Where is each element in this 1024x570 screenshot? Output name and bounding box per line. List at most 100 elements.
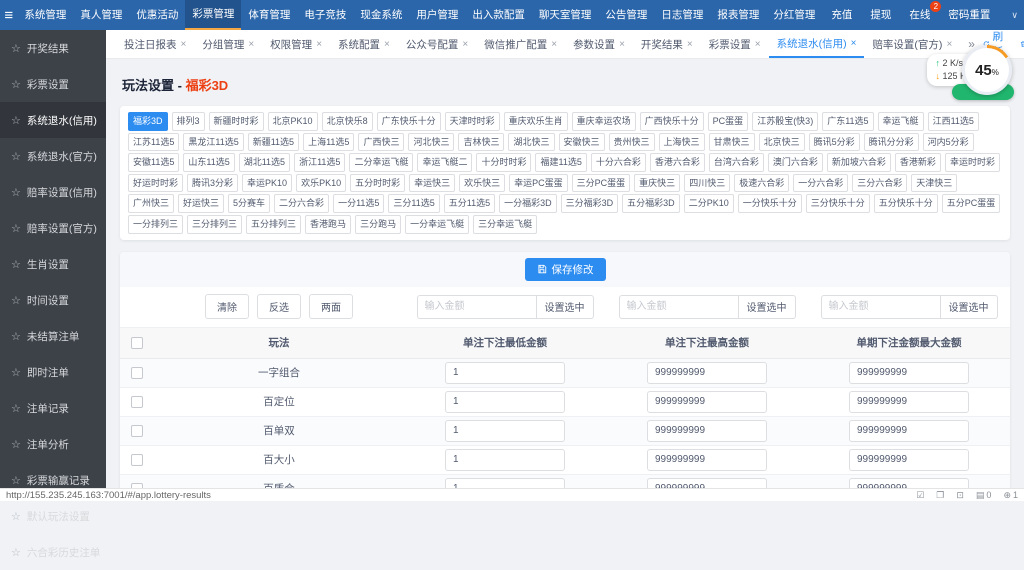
nav-item-8[interactable]: 出入款配置 [465, 0, 532, 30]
lottery-type-button[interactable]: 三分排列三 [187, 214, 243, 234]
period_max-amount-input[interactable] [849, 390, 969, 413]
lottery-type-button[interactable]: 三分11选5 [388, 194, 440, 213]
lottery-type-button[interactable]: 湖北快三 [508, 132, 555, 152]
lottery-type-button[interactable]: 香港跑马 [305, 214, 352, 234]
max-amount-input[interactable] [647, 419, 767, 442]
lottery-type-button[interactable]: 重庆幸运农场 [571, 112, 636, 131]
tab-close-icon[interactable]: × [248, 39, 254, 50]
nav-item-10[interactable]: 公告管理 [598, 0, 654, 30]
lottery-type-button[interactable]: 安徽11选5 [128, 153, 180, 172]
save-changes-button[interactable]: 保存修改 [524, 257, 606, 281]
check-icon[interactable]: ☑ [916, 490, 924, 501]
window-icon[interactable]: ⊡ [956, 490, 964, 501]
sidebar-item-2[interactable]: ☆ 系统退水(信用) [0, 102, 106, 138]
lottery-type-button[interactable]: 五分时时彩 [350, 173, 406, 193]
sidebar-item-6[interactable]: ☆ 生肖设置 [0, 246, 106, 282]
lottery-type-button[interactable]: 十分六合彩 [590, 153, 646, 172]
lottery-type-button[interactable]: 澳门六合彩 [767, 153, 823, 172]
tab-7[interactable]: 开奖结果 × [633, 30, 701, 58]
lottery-type-button[interactable]: 四川快三 [684, 173, 731, 193]
tab-close-icon[interactable]: × [687, 39, 693, 50]
tab-close-icon[interactable]: × [551, 39, 557, 50]
row-checkbox[interactable] [131, 395, 143, 408]
nav-item-5[interactable]: 电子竞技 [297, 0, 353, 30]
nav-right-item-0[interactable]: 充值 [822, 0, 861, 30]
row-checkbox[interactable] [131, 453, 143, 466]
lottery-type-button[interactable]: 上海11选5 [303, 132, 355, 152]
lottery-type-button[interactable]: 江苏骰宝(快3) [752, 112, 819, 131]
sidebar-item-13[interactable]: ☆ 默认玩法设置 [0, 498, 106, 534]
lottery-type-button[interactable]: 幸运快三 [409, 173, 456, 193]
lottery-type-button[interactable]: 广东快乐十分 [376, 112, 441, 131]
lottery-type-button[interactable]: 浙江11选5 [294, 153, 346, 172]
clean-tabs-button[interactable]: 清理 [1020, 30, 1024, 59]
sidebar-item-5[interactable]: ☆ 赔率设置(官方) [0, 210, 106, 246]
lottery-type-button[interactable]: 广西快乐十分 [639, 112, 704, 131]
lottery-type-button[interactable]: 腾讯5分彩 [808, 132, 860, 152]
lottery-type-button[interactable]: 北京PK10 [267, 112, 318, 131]
invert-selection-button[interactable]: 反选 [257, 294, 301, 320]
lottery-type-button[interactable]: 一分快乐十分 [737, 194, 802, 213]
lottery-type-button[interactable]: 天津快三 [911, 173, 958, 193]
nav-item-11[interactable]: 日志管理 [654, 0, 710, 30]
lottery-type-button[interactable]: 山东11选5 [183, 153, 235, 172]
lottery-type-button[interactable]: 天津时时彩 [444, 112, 500, 131]
tab-close-icon[interactable]: × [384, 39, 390, 50]
lottery-type-button[interactable]: 福建11选5 [535, 153, 587, 172]
sidebar-item-1[interactable]: ☆ 彩票设置 [0, 66, 106, 102]
lottery-type-button[interactable]: 三分六合彩 [852, 173, 908, 193]
clear-button[interactable]: 清除 [205, 294, 249, 320]
nav-item-2[interactable]: 优惠活动 [129, 0, 185, 30]
sidebar-item-8[interactable]: ☆ 未结算注单 [0, 318, 106, 354]
period_max-amount-input[interactable] [849, 361, 969, 384]
lottery-type-button[interactable]: PC蛋蛋 [707, 112, 749, 131]
sidebar-item-0[interactable]: ☆ 开奖结果 [0, 30, 106, 66]
lottery-type-button[interactable]: 五分快乐十分 [873, 194, 938, 213]
bulk-min-set-button[interactable]: 设置选中 [536, 294, 594, 319]
lottery-type-button[interactable]: 河内5分彩 [922, 132, 974, 152]
device-icon[interactable]: ❐ [936, 490, 944, 501]
nav-right-item-1[interactable]: 提现 [861, 0, 900, 30]
lottery-type-button[interactable]: 香港六合彩 [649, 153, 705, 172]
lottery-type-button[interactable]: 三分福彩3D [560, 194, 619, 213]
lottery-type-button[interactable]: 一分幸运飞艇 [405, 214, 470, 234]
lottery-type-button[interactable]: 湖北11选5 [238, 153, 291, 172]
tab-2[interactable]: 权限管理 × [262, 30, 330, 58]
period_max-amount-input[interactable] [849, 448, 969, 471]
hamburger-menu-icon[interactable]: ≡ [0, 0, 17, 30]
tab-close-icon[interactable]: × [462, 39, 468, 50]
nav-item-3[interactable]: 彩票管理 [185, 0, 242, 30]
sidebar-item-9[interactable]: ☆ 即时注单 [0, 354, 106, 390]
min-amount-input[interactable] [445, 448, 565, 471]
lottery-type-button[interactable]: 幸运PC蛋蛋 [509, 173, 568, 193]
bulk-max-amount-input[interactable] [618, 294, 739, 319]
lottery-type-button[interactable]: 上海快三 [658, 132, 705, 152]
image-count[interactable]: ▤ 0 [976, 490, 992, 501]
lottery-type-button[interactable]: 黑龙江11选5 [183, 132, 244, 152]
row-checkbox[interactable] [131, 424, 143, 437]
nav-right-item-2[interactable]: 在线 2 [900, 0, 942, 30]
lottery-type-button[interactable]: 二分六合彩 [274, 194, 330, 213]
sidebar-item-4[interactable]: ☆ 赔率设置(信用) [0, 174, 106, 210]
nav-item-7[interactable]: 用户管理 [409, 0, 465, 30]
lottery-type-button[interactable]: 广西快三 [358, 132, 405, 152]
tab-close-icon[interactable]: × [181, 39, 187, 50]
lottery-type-button[interactable]: 贵州快三 [608, 132, 655, 152]
tab-4[interactable]: 公众号配置 × [398, 30, 476, 58]
two-side-button[interactable]: 两面 [309, 294, 353, 320]
lottery-type-button[interactable]: 五分11选5 [443, 194, 496, 213]
bulk-max-set-button[interactable]: 设置选中 [738, 294, 796, 319]
lottery-type-button[interactable]: 吉林快三 [458, 132, 505, 152]
max-amount-input[interactable] [647, 448, 767, 471]
tab-9[interactable]: 系统退水(信用) × [768, 30, 865, 58]
lottery-type-button[interactable]: 幸运飞艇 [877, 112, 924, 131]
lottery-type-button[interactable]: 三分PC蛋蛋 [571, 173, 631, 193]
lottery-type-button[interactable]: 二分幸运飞艇 [349, 153, 414, 172]
tab-close-icon[interactable]: × [316, 39, 322, 50]
nav-item-13[interactable]: 分红管理 [766, 0, 822, 30]
lottery-type-button[interactable]: 三分跑马 [355, 214, 402, 234]
lottery-type-button[interactable]: 腾讯3分彩 [187, 173, 239, 193]
max-amount-input[interactable] [647, 361, 767, 384]
lottery-type-button[interactable]: 极速六合彩 [734, 173, 790, 193]
chevron-down-icon[interactable]: ∨ [1005, 0, 1024, 30]
